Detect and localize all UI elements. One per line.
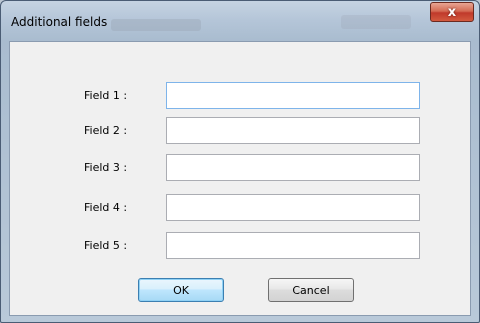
field-5-label: Field 5 : bbox=[84, 239, 128, 252]
field-row-5: Field 5 : bbox=[10, 232, 470, 260]
field-row-3: Field 3 : bbox=[10, 154, 470, 182]
field-3-input[interactable] bbox=[166, 154, 420, 181]
field-4-input[interactable] bbox=[166, 194, 420, 221]
field-row-4: Field 4 : bbox=[10, 194, 470, 222]
field-1-label: Field 1 : bbox=[84, 89, 128, 102]
field-3-label: Field 3 : bbox=[84, 161, 128, 174]
close-button[interactable]: x bbox=[430, 2, 474, 22]
ok-button[interactable]: OK bbox=[138, 278, 224, 302]
field-row-1: Field 1 : bbox=[10, 82, 470, 110]
dialog-window: Additional fields x Field 1 : Field 2 : … bbox=[0, 0, 480, 323]
dialog-title: Additional fields bbox=[11, 15, 108, 29]
dialog-content: Field 1 : Field 2 : Field 3 : Field 4 : … bbox=[9, 41, 471, 316]
field-row-2: Field 2 : bbox=[10, 117, 470, 145]
field-5-input[interactable] bbox=[166, 232, 420, 259]
field-1-input[interactable] bbox=[166, 82, 420, 109]
field-2-label: Field 2 : bbox=[84, 124, 128, 137]
field-4-label: Field 4 : bbox=[84, 201, 128, 214]
close-icon: x bbox=[447, 4, 457, 20]
title-bar[interactable]: Additional fields x bbox=[1, 1, 479, 41]
field-2-input[interactable] bbox=[166, 117, 420, 144]
cancel-button[interactable]: Cancel bbox=[268, 278, 354, 302]
